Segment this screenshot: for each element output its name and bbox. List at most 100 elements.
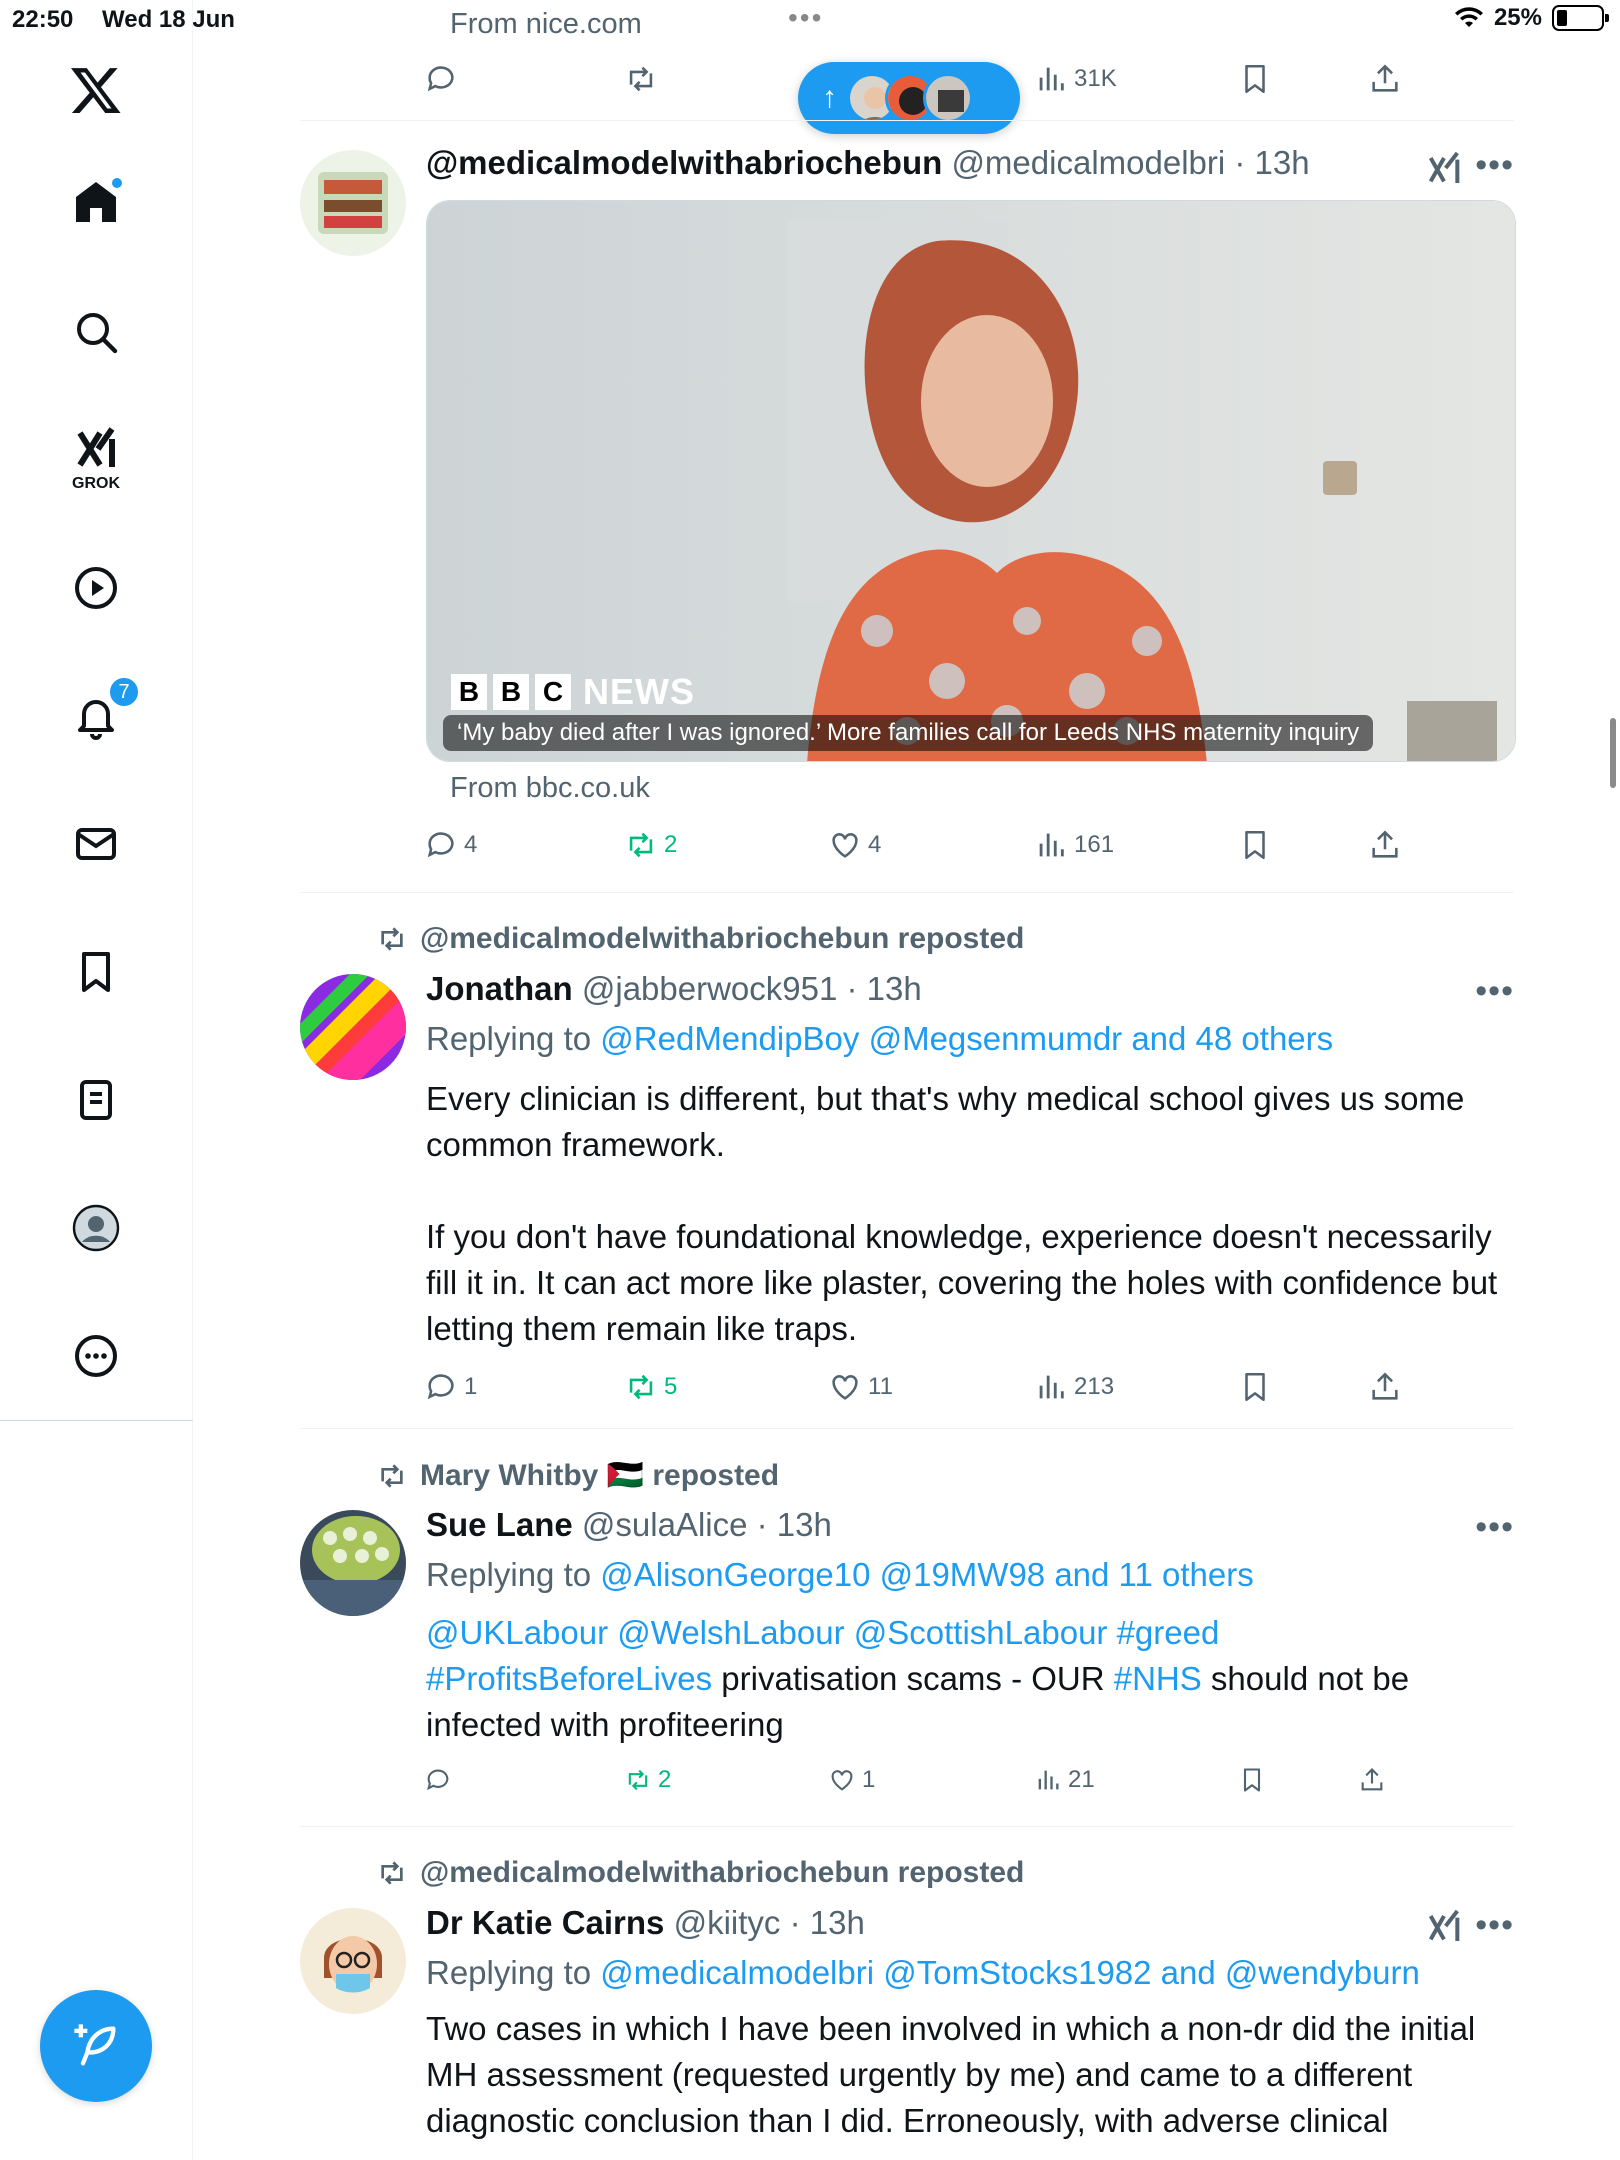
repost-button[interactable]: 2 (624, 1766, 671, 1794)
repost-context[interactable]: Mary Whitby 🇵🇸 reposted (376, 1458, 779, 1493)
views-button[interactable]: 161 (1034, 828, 1114, 862)
handle-time[interactable]: @jabberwock951 · 13h (582, 970, 922, 1007)
like-count: 4 (868, 831, 882, 858)
avatar[interactable] (300, 1510, 406, 1616)
tweet-header: Dr Katie Cairns @kiityc · 13h (426, 1904, 865, 1942)
repost-button[interactable]: 2 (624, 828, 677, 862)
nav-more[interactable] (48, 1308, 144, 1404)
handle-time[interactable]: @medicalmodelbri · 13h (951, 144, 1309, 181)
repost-icon (381, 927, 403, 951)
repost-button[interactable] (624, 62, 658, 96)
avatar[interactable] (300, 1908, 406, 2014)
like-button[interactable]: 4 (828, 828, 881, 862)
reply-icon (427, 66, 454, 92)
more-options-icon[interactable]: ••• (1475, 146, 1514, 185)
avatar (923, 73, 973, 123)
nav-profile[interactable] (48, 1180, 144, 1276)
grok-icon[interactable] (1424, 148, 1464, 188)
replying-links[interactable]: @medicalmodelbri @TomStocks1982 and @wen… (600, 1954, 1420, 1991)
repost-icon (628, 1769, 648, 1791)
views-button[interactable]: 213 (1034, 1370, 1114, 1404)
nav-lists[interactable] (48, 1052, 144, 1148)
tweet-paragraph: Every clinician is different, but that's… (426, 1080, 1465, 1163)
new-posts-pill[interactable]: ↑ (798, 62, 1020, 134)
repost-context[interactable]: @medicalmodelwithabriochebun reposted (376, 1856, 1024, 1890)
replying-to: Replying to @RedMendipBoy @Megsenmumdr a… (426, 1020, 1333, 1058)
wifi-icon (1454, 7, 1483, 27)
nav-video[interactable] (48, 540, 144, 636)
views-count: 213 (1074, 1373, 1115, 1400)
home-unread-dot (110, 176, 124, 190)
notifications-badge: 7 (108, 676, 140, 708)
multitasking-dots-icon[interactable]: ••• (788, 2, 823, 34)
nav-explore[interactable] (48, 284, 144, 380)
reply-button[interactable]: 1 (424, 1370, 477, 1404)
link-source[interactable]: From bbc.co.uk (450, 772, 650, 805)
mention-links[interactable]: @UKLabour @WelshLabour @ScottishLabour #… (426, 1614, 1219, 1651)
heart-icon (832, 833, 858, 858)
handle-time[interactable]: @kiityc · 13h (674, 1904, 865, 1941)
handle-time[interactable]: @sulaAlice · 13h (582, 1506, 832, 1543)
reply-count: 4 (464, 831, 478, 858)
avatar[interactable] (300, 974, 406, 1080)
bookmark-button[interactable] (1238, 1370, 1272, 1404)
reply-count: 1 (464, 1373, 478, 1400)
like-button[interactable]: 1 (828, 1766, 875, 1794)
media-card[interactable]: B B C NEWS ‘My baby died after I was ign… (426, 200, 1516, 762)
views-button[interactable]: 21 (1034, 1766, 1095, 1794)
repost-count: 2 (664, 831, 678, 858)
repost-icon (629, 832, 653, 858)
display-name[interactable]: Sue Lane (426, 1506, 573, 1543)
repost-button[interactable]: 5 (624, 1370, 677, 1404)
x-logo-icon[interactable] (48, 42, 144, 138)
bookmark-button[interactable] (1238, 1766, 1266, 1794)
reply-button[interactable]: 4 (424, 828, 477, 862)
share-button[interactable] (1368, 828, 1402, 862)
share-button[interactable] (1368, 62, 1402, 96)
compose-button[interactable] (40, 1990, 152, 2102)
bbc-news-logo: B B C NEWS (451, 671, 695, 713)
display-name[interactable]: Jonathan (426, 970, 573, 1007)
bookmark-button[interactable] (1238, 828, 1272, 862)
display-name[interactable]: Dr Katie Cairns (426, 1904, 664, 1941)
grok-icon[interactable] (1424, 1906, 1464, 1946)
share-button[interactable] (1358, 1766, 1386, 1794)
repost-icon (629, 1374, 653, 1400)
like-count: 11 (868, 1373, 893, 1400)
replying-prefix: Replying to (426, 1954, 592, 1991)
scrollbar[interactable] (1610, 718, 1616, 788)
hashtag-link[interactable]: #ProfitsBeforeLives (426, 1660, 712, 1697)
repost-context[interactable]: @medicalmodelwithabriochebun reposted (376, 922, 1024, 956)
nav-bookmarks[interactable] (48, 924, 144, 1020)
reply-button[interactable] (424, 62, 458, 96)
share-button[interactable] (1368, 1370, 1402, 1404)
avatar[interactable] (300, 150, 406, 256)
hashtag-link[interactable]: #NHS (1114, 1660, 1202, 1697)
reply-button[interactable] (424, 1766, 452, 1794)
reposted-by: @medicalmodelwithabriochebun reposted (420, 1856, 1025, 1889)
nav-notifications[interactable]: 7 (48, 668, 144, 764)
status-right: 25% (1454, 4, 1609, 32)
views-count: 31K (1074, 65, 1117, 92)
tweet-paragraph: Two cases in which I have been involved … (426, 2010, 1476, 2139)
views-button[interactable]: 31K (1034, 62, 1117, 96)
bookmark-icon (1245, 830, 1265, 860)
views-count: 21 (1068, 1766, 1095, 1793)
like-button[interactable]: 11 (828, 1370, 893, 1404)
nav-messages[interactable] (48, 796, 144, 892)
more-options-icon[interactable]: ••• (1475, 1906, 1514, 1945)
avatar-icon (72, 1204, 120, 1252)
nav-home[interactable] (48, 154, 144, 250)
display-name[interactable]: @medicalmodelwithabriochebun (426, 144, 942, 181)
nav-grok[interactable]: GROK (48, 404, 144, 514)
link-source[interactable]: From nice.com (450, 8, 642, 41)
tweet-header: Jonathan @jabberwock951 · 13h (426, 970, 922, 1008)
replying-prefix: Replying to (426, 1556, 592, 1593)
bookmark-icon (1243, 1768, 1261, 1792)
replying-links[interactable]: @RedMendipBoy @Megsenmumdr and 48 others (600, 1020, 1333, 1057)
bookmark-button[interactable] (1238, 62, 1272, 96)
share-icon (1372, 64, 1398, 92)
more-options-icon[interactable]: ••• (1475, 1508, 1514, 1547)
more-options-icon[interactable]: ••• (1475, 972, 1514, 1011)
replying-links[interactable]: @AlisonGeorge10 @19MW98 and 11 others (600, 1556, 1253, 1593)
